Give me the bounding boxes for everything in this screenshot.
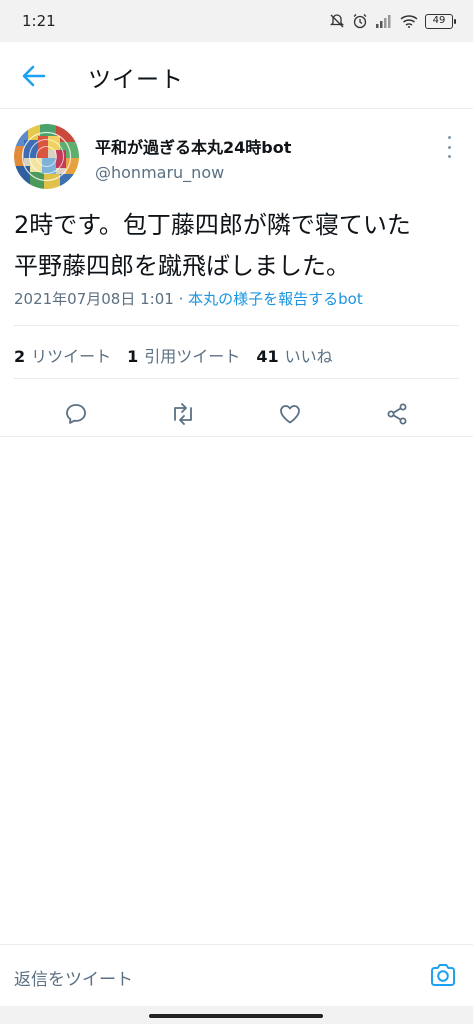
like-button[interactable] [270, 394, 310, 434]
tweet-stats: 2 リツイート 1 引用ツイート 41 いいね [14, 343, 333, 367]
back-arrow-icon [22, 65, 46, 87]
wifi-icon [400, 15, 418, 28]
home-indicator[interactable] [149, 1014, 323, 1018]
divider [0, 436, 473, 437]
more-vertical-icon [447, 136, 451, 139]
camera-icon [431, 964, 455, 986]
reply-button[interactable] [56, 394, 96, 434]
likes-stat[interactable]: 41 いいね [256, 343, 332, 367]
reply-composer: 返信をツイート [0, 944, 473, 1006]
display-name[interactable]: 平和が過ぎる本丸24時bot [95, 134, 291, 158]
meta-separator: · [173, 290, 189, 308]
mute-bell-icon [329, 14, 345, 28]
camera-button[interactable] [429, 961, 457, 989]
reply-icon [65, 404, 86, 424]
reply-input[interactable]: 返信をツイート [14, 965, 133, 990]
heart-icon [280, 405, 301, 424]
divider [14, 325, 459, 326]
quotes-stat[interactable]: 1 引用ツイート [127, 343, 240, 367]
tweet-meta: 2021年07月08日 1:01 · 本丸の様子を報告するbot [14, 288, 363, 309]
retweets-stat[interactable]: 2 リツイート [14, 343, 111, 367]
retweet-icon [173, 403, 192, 425]
status-icons: 49 [329, 13, 456, 29]
alarm-icon [353, 14, 367, 29]
tweet-timestamp[interactable]: 2021年07月08日 1:01 [14, 290, 174, 308]
retweets-label: リツイート [31, 347, 112, 366]
retweet-button[interactable] [163, 394, 203, 434]
battery-indicator: 49 [425, 13, 456, 29]
tweet-text-line: 平野藤四郎を蹴飛ばしました。 [14, 252, 350, 280]
user-handle[interactable]: @honmaru_now [95, 163, 224, 182]
likes-count: 41 [256, 347, 279, 366]
retweets-count: 2 [14, 347, 26, 366]
avatar-image [14, 124, 79, 189]
tweet-client-link[interactable]: 本丸の様子を報告するbot [188, 290, 363, 308]
page-title: ツイート [88, 67, 184, 93]
tweet-text: 2時です。包丁藤四郎が隣で寝ていた 平野藤四郎を蹴飛ばしました。 [14, 205, 464, 287]
quotes-count: 1 [127, 347, 139, 366]
tweet-text-line: 2時です。包丁藤四郎が隣で寝ていた [14, 211, 411, 239]
avatar[interactable] [14, 124, 79, 189]
more-options-button[interactable] [441, 136, 457, 158]
status-time: 1:21 [22, 12, 56, 30]
back-button[interactable] [18, 62, 50, 90]
system-nav-bar [0, 1006, 473, 1024]
status-bar: 1:21 49 [0, 0, 473, 42]
signal-icon [376, 15, 391, 28]
share-button[interactable] [377, 394, 417, 434]
quotes-label: 引用ツイート [144, 347, 241, 366]
app-header: ツイート [0, 42, 473, 109]
likes-label: いいね [284, 347, 333, 366]
tweet-actions [0, 392, 473, 436]
share-icon [387, 403, 407, 425]
divider [14, 378, 459, 379]
